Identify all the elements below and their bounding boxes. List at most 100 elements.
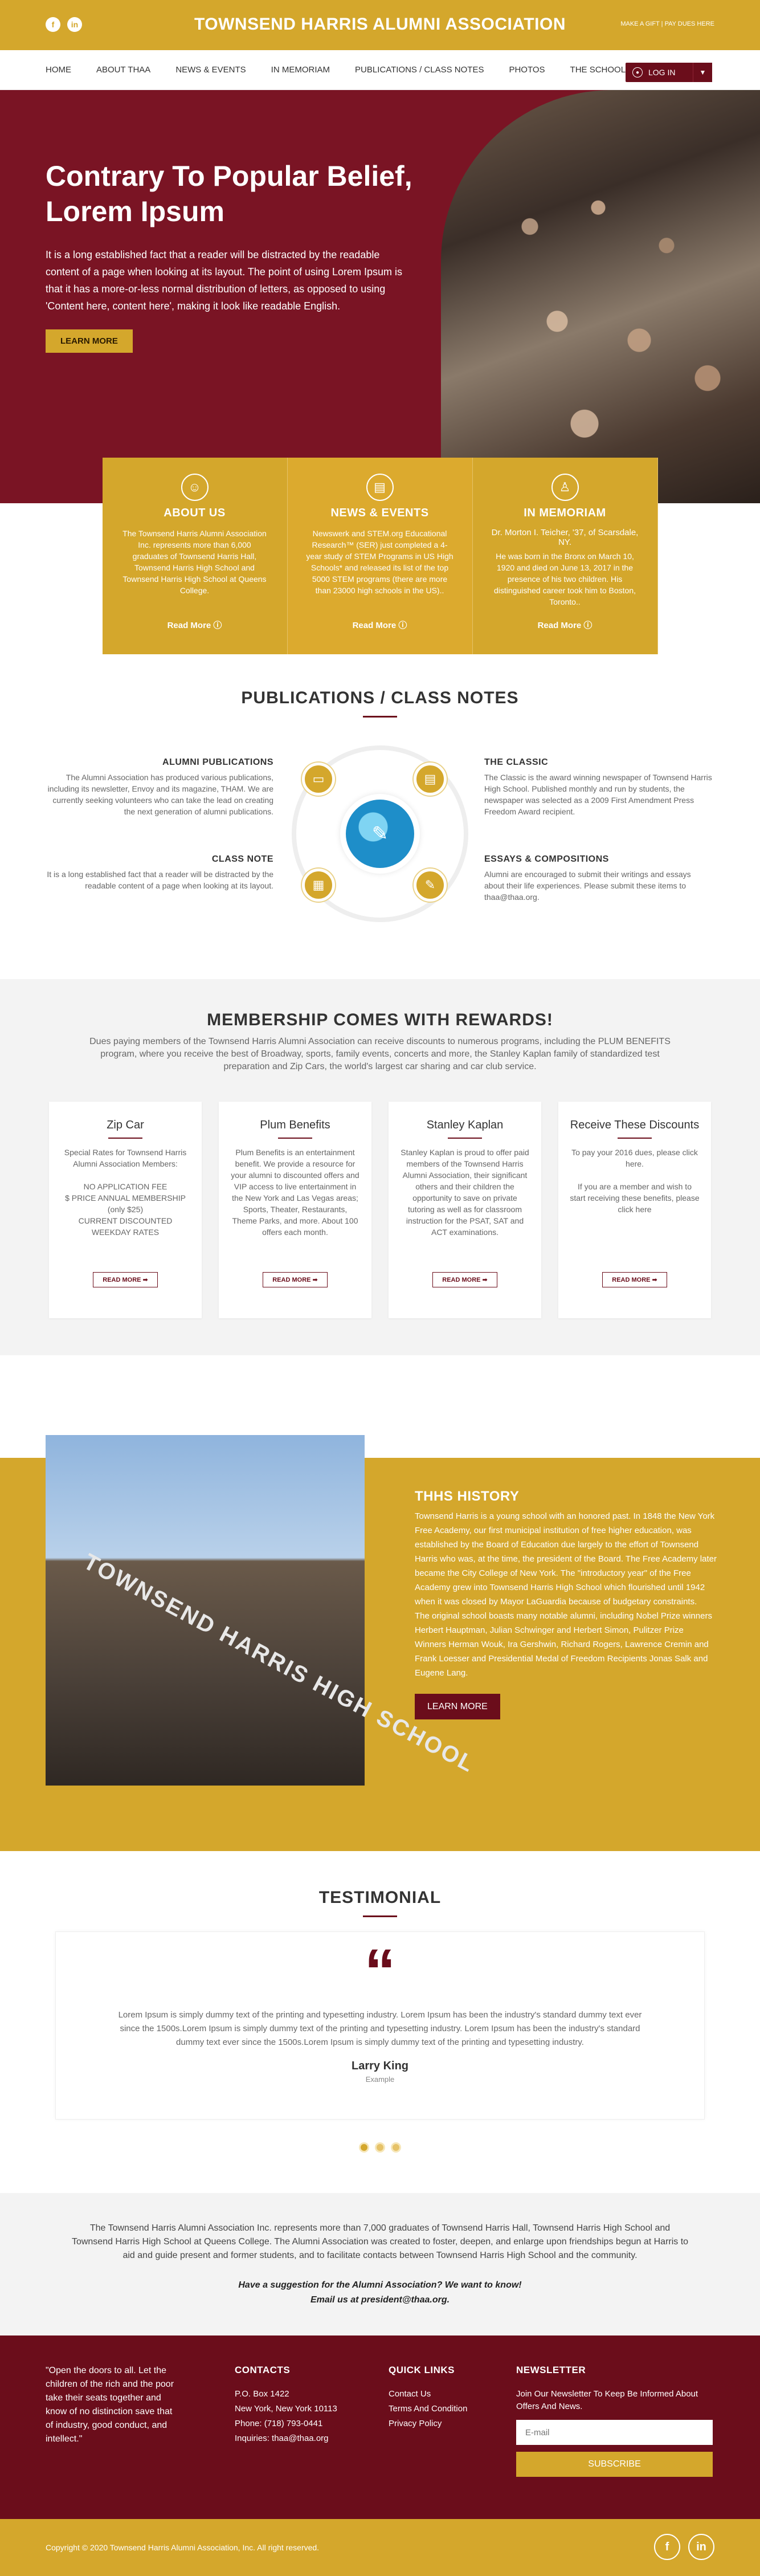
divider: [108, 1138, 142, 1139]
history-p1: Townsend Harris is a young school with a…: [415, 1511, 717, 1607]
carousel-dots: [0, 2142, 760, 2153]
benefit-cards: Zip Car Special Rates for Townsend Harri…: [0, 1102, 760, 1318]
about-section: The Townsend Harris Alumni Association I…: [0, 2193, 760, 2335]
contact-line: New York, New York 10113: [235, 2404, 337, 2414]
read-more-link[interactable]: Read More ⓘ: [305, 619, 455, 631]
hero-learn-more-button[interactable]: LEARN MORE: [46, 329, 133, 353]
feature-text: The Townsend Harris Alumni Association I…: [122, 529, 267, 595]
essays-compositions: ESSAYS & COMPOSITIONS Alumni are encoura…: [484, 854, 712, 903]
history-learn-more-button[interactable]: LEARN MORE: [415, 1694, 500, 1719]
newspaper-icon: ▤: [366, 474, 394, 501]
email-line[interactable]: Email us at president@thaa.org.: [68, 2293, 692, 2307]
feature-text: Newswerk and STEM.org Educational Resear…: [306, 529, 453, 595]
hero: Contrary To Popular Belief, Lorem Ipsum …: [0, 90, 760, 503]
newsletter-email-input[interactable]: [516, 2420, 713, 2445]
divider: [278, 1138, 312, 1139]
block-title: ESSAYS & COMPOSITIONS: [484, 854, 609, 864]
the-classic: THE CLASSIC The Classic is the award win…: [484, 757, 712, 817]
testimonial-name: Larry King: [351, 2060, 409, 2072]
section-title: PUBLICATIONS / CLASS NOTES: [241, 688, 519, 707]
read-more-button[interactable]: READ MORE ➡: [263, 1272, 328, 1287]
feature-boxes: ☺ ABOUT US The Townsend Harris Alumni As…: [0, 458, 760, 654]
facebook-icon[interactable]: f: [654, 2534, 680, 2560]
newsletter-text: Join Our Newsletter To Keep Be Informed …: [516, 2389, 698, 2411]
footer-newsletter: NEWSLETTER Join Our Newsletter To Keep B…: [516, 2364, 713, 2477]
section-title: TESTIMONIAL: [318, 1888, 442, 1907]
membership-intro: Dues paying members of the Townsend Harr…: [89, 1037, 671, 1071]
footer-quote: "Open the doors to all. Let the children…: [46, 2366, 174, 2444]
pub-center: ✎: [340, 794, 420, 874]
read-more-button[interactable]: READ MORE ➡: [602, 1272, 667, 1287]
read-more-link[interactable]: Read More ⓘ: [490, 619, 640, 631]
card-title: Stanley Kaplan: [426, 1119, 504, 1131]
nav-about[interactable]: ABOUT THAA: [96, 65, 150, 75]
person-icon: ♙: [551, 474, 579, 501]
block-text: It is a long established fact that a rea…: [47, 870, 273, 890]
history-title: THHS HISTORY: [415, 1489, 520, 1504]
main-nav: HOME ABOUT THAA NEWS & EVENTS IN MEMORIA…: [0, 50, 760, 90]
footer-link-terms[interactable]: Terms And Condition: [389, 2403, 467, 2415]
card-kaplan: Stanley Kaplan Stanley Kaplan is proud t…: [389, 1102, 541, 1318]
hero-content: Contrary To Popular Belief, Lorem Ipsum …: [46, 158, 416, 353]
card-text: Stanley Kaplan is proud to offer paid me…: [401, 1148, 529, 1237]
carousel-dot[interactable]: [359, 2142, 369, 2153]
publications-section: PUBLICATIONS / CLASS NOTES ✎ ▭ ▤ ▦ ✎ ALU…: [0, 688, 760, 979]
hero-body: It is a long established fact that a rea…: [46, 249, 403, 312]
read-more-button[interactable]: READ MORE ➡: [93, 1272, 158, 1287]
suggestion-line: Have a suggestion for the Alumni Associa…: [238, 2280, 522, 2290]
feature-about: ☺ ABOUT US The Townsend Harris Alumni As…: [102, 458, 288, 654]
hero-title: Contrary To Popular Belief, Lorem Ipsum: [46, 160, 412, 227]
card-title: Plum Benefits: [260, 1119, 330, 1131]
testimonial-box: “ Lorem Ipsum is simply dummy text of th…: [55, 1931, 705, 2120]
login-button[interactable]: ● LOG IN: [626, 63, 693, 82]
contact-line: Phone: (718) 793-0441: [235, 2419, 323, 2428]
contact-line[interactable]: Inquiries: thaa@thaa.org: [235, 2432, 337, 2445]
nav-publications[interactable]: PUBLICATIONS / CLASS NOTES: [355, 65, 484, 75]
divider: [618, 1138, 652, 1139]
people-icon: ☺: [181, 474, 209, 501]
about-text: The Townsend Harris Alumni Association I…: [71, 2223, 689, 2260]
nav-school[interactable]: THE SCHOOL: [570, 65, 626, 75]
feature-text: He was born in the Bronx on March 10, 19…: [493, 552, 636, 606]
card-zipcar: Zip Car Special Rates for Townsend Harri…: [49, 1102, 202, 1318]
card-text: To pay your 2016 dues, please click here…: [570, 1148, 700, 1214]
edit-icon[interactable]: ✎: [414, 869, 447, 902]
nav-photos[interactable]: PHOTOS: [509, 65, 545, 75]
footer-link-privacy[interactable]: Privacy Policy: [389, 2418, 467, 2430]
nav-home[interactable]: HOME: [46, 65, 71, 75]
hero-photo: [441, 90, 760, 503]
read-more-button[interactable]: READ MORE ➡: [432, 1272, 497, 1287]
subscribe-button[interactable]: SUBSCRIBE: [516, 2452, 713, 2477]
carousel-dot[interactable]: [391, 2142, 401, 2153]
gift-link[interactable]: MAKE A GIFT | PAY DUES HERE: [620, 21, 714, 27]
block-title: THE CLASSIC: [484, 757, 549, 767]
nav-news[interactable]: NEWS & EVENTS: [175, 65, 246, 75]
book-icon[interactable]: ▭: [302, 763, 335, 796]
history-text: THHS HISTORY Townsend Harris is a young …: [415, 1489, 717, 1719]
feature-title: NEWS & EVENTS: [330, 507, 429, 519]
section-title: MEMBERSHIP COMES WITH REWARDS!: [207, 1010, 553, 1029]
card-title: Zip Car: [107, 1119, 144, 1131]
login-control: ● LOG IN ▼: [626, 63, 712, 82]
history-section: TOWNSEND HARRIS HIGH SCHOOL THHS HISTORY…: [0, 1395, 760, 1851]
divider: [363, 716, 397, 718]
carousel-dot[interactable]: [375, 2142, 385, 2153]
calendar-icon[interactable]: ▦: [302, 869, 335, 902]
alumni-publications: ALUMNI PUBLICATIONS The Alumni Associati…: [46, 757, 273, 817]
footer-links: QUICK LINKS Contact Us Terms And Conditi…: [389, 2364, 467, 2432]
footer-heading: CONTACTS: [235, 2365, 291, 2375]
document-icon[interactable]: ▤: [414, 763, 447, 796]
footer-link-contact[interactable]: Contact Us: [389, 2388, 467, 2400]
history-p2: The original school boasts many notable …: [415, 1611, 712, 1678]
footer-social: f in: [654, 2534, 714, 2560]
block-text: The Alumni Association has produced vari…: [47, 773, 273, 816]
read-more-link[interactable]: Read More ⓘ: [120, 619, 270, 631]
membership-section: MEMBERSHIP COMES WITH REWARDS! Dues payi…: [0, 979, 760, 1355]
chevron-down-icon[interactable]: ▼: [693, 63, 712, 82]
top-bar: f in TOWNSEND HARRIS ALUMNI ASSOCIATION …: [0, 0, 760, 50]
feature-memoriam: ♙ IN MEMORIAM Dr. Morton I. Teicher, '37…: [472, 458, 658, 654]
user-icon: ●: [632, 67, 643, 78]
nav-memoriam[interactable]: IN MEMORIAM: [271, 65, 330, 75]
linkedin-icon[interactable]: in: [688, 2534, 714, 2560]
school-photo: TOWNSEND HARRIS HIGH SCHOOL: [46, 1435, 479, 1786]
